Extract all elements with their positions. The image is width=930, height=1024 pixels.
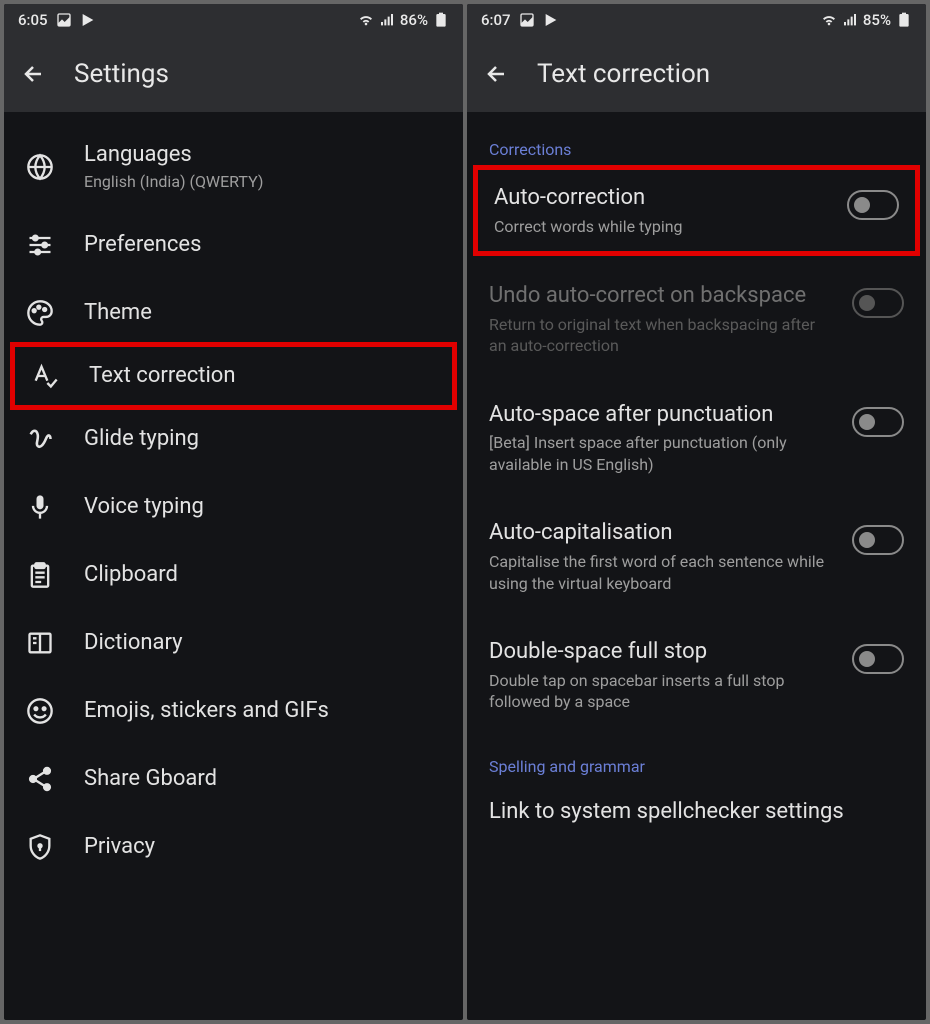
theme-item[interactable]: Theme (4, 279, 463, 347)
battery-percent: 85% (863, 11, 891, 29)
item-title: Share Gboard (84, 766, 441, 792)
back-arrow-icon[interactable] (485, 62, 509, 86)
battery-percent: 86% (400, 11, 428, 29)
undo-autocorrect-item: Undo auto-correct on backspace Return to… (467, 260, 926, 379)
toggle-subtitle: Correct words while typing (494, 216, 831, 238)
item-title: Dictionary (84, 630, 441, 656)
toggle-subtitle: Capitalise the first word of each senten… (489, 551, 836, 594)
preferences-item[interactable]: Preferences (4, 211, 463, 279)
sliders-icon (26, 231, 54, 259)
corrections-list: Corrections Auto-correction Correct word… (467, 112, 926, 1020)
mic-icon (26, 493, 54, 521)
spellchecker-link-item[interactable]: Link to system spellchecker settings (467, 784, 926, 840)
auto-space-item[interactable]: Auto-space after punctuation [Beta] Inse… (467, 379, 926, 498)
toggle-title: Link to system spellchecker settings (489, 798, 904, 826)
item-title: Text correction (89, 363, 436, 389)
text-check-icon (31, 362, 59, 390)
toggle-title: Auto-correction (494, 184, 831, 212)
signal-icon (842, 12, 858, 28)
play-icon (543, 12, 559, 28)
auto-capitalisation-item[interactable]: Auto-capitalisation Capitalise the first… (467, 497, 926, 616)
toggle-title: Auto-space after punctuation (489, 401, 836, 429)
image-icon (56, 12, 72, 28)
settings-list: Languages English (India) (QWERTY) Prefe… (4, 112, 463, 1020)
section-spelling: Spelling and grammar (467, 735, 926, 784)
double-space-item[interactable]: Double-space full stop Double tap on spa… (467, 616, 926, 735)
toggle-title: Double-space full stop (489, 638, 836, 666)
share-icon (26, 765, 54, 793)
header: Text correction (467, 36, 926, 112)
palette-icon (26, 299, 54, 327)
text-correction-item[interactable]: Text correction (10, 342, 457, 410)
share-item[interactable]: Share Gboard (4, 745, 463, 813)
item-title: Glide typing (84, 426, 441, 452)
toggle-subtitle: Double tap on spacebar inserts a full st… (489, 670, 836, 713)
voice-typing-item[interactable]: Voice typing (4, 473, 463, 541)
book-icon (26, 629, 54, 657)
item-title: Emojis, stickers and GIFs (84, 698, 441, 724)
auto-capitalisation-toggle[interactable] (852, 525, 904, 555)
item-title: Clipboard (84, 562, 441, 588)
auto-correction-item[interactable]: Auto-correction Correct words while typi… (473, 165, 920, 256)
play-icon (80, 12, 96, 28)
page-title: Text correction (537, 59, 710, 89)
item-title: Preferences (84, 232, 441, 258)
page-title: Settings (74, 59, 169, 89)
glide-typing-item[interactable]: Glide typing (4, 405, 463, 473)
toggle-subtitle: [Beta] Insert space after punctuation (o… (489, 432, 836, 475)
item-title: Theme (84, 300, 441, 326)
header: Settings (4, 36, 463, 112)
status-bar: 6:05 86% (4, 4, 463, 36)
double-space-toggle[interactable] (852, 644, 904, 674)
item-title: Languages (84, 142, 441, 168)
item-title: Privacy (84, 834, 441, 860)
toggle-title: Undo auto-correct on backspace (489, 282, 836, 310)
dictionary-item[interactable]: Dictionary (4, 609, 463, 677)
back-arrow-icon[interactable] (22, 62, 46, 86)
item-subtitle: English (India) (QWERTY) (84, 172, 441, 191)
privacy-item[interactable]: Privacy (4, 813, 463, 881)
clipboard-icon (26, 561, 54, 589)
status-time: 6:05 (18, 11, 48, 29)
battery-icon (896, 12, 912, 28)
status-bar: 6:07 85% (467, 4, 926, 36)
toggle-title: Auto-capitalisation (489, 519, 836, 547)
globe-icon (26, 153, 54, 181)
undo-autocorrect-toggle (852, 288, 904, 318)
text-correction-screen: 6:07 85% Text correction Corrections Aut… (467, 4, 926, 1020)
status-time: 6:07 (481, 11, 511, 29)
shield-icon (26, 833, 54, 861)
gesture-icon (26, 425, 54, 453)
image-icon (519, 12, 535, 28)
section-corrections: Corrections (467, 122, 926, 167)
auto-space-toggle[interactable] (852, 407, 904, 437)
wifi-icon (821, 12, 837, 28)
signal-icon (379, 12, 395, 28)
settings-screen: 6:05 86% Settings Languages English (Ind… (4, 4, 463, 1020)
emojis-item[interactable]: Emojis, stickers and GIFs (4, 677, 463, 745)
battery-icon (433, 12, 449, 28)
emoji-icon (26, 697, 54, 725)
auto-correction-toggle[interactable] (847, 190, 899, 220)
languages-item[interactable]: Languages English (India) (QWERTY) (4, 122, 463, 211)
wifi-icon (358, 12, 374, 28)
item-title: Voice typing (84, 494, 441, 520)
clipboard-item[interactable]: Clipboard (4, 541, 463, 609)
toggle-subtitle: Return to original text when backspacing… (489, 314, 836, 357)
